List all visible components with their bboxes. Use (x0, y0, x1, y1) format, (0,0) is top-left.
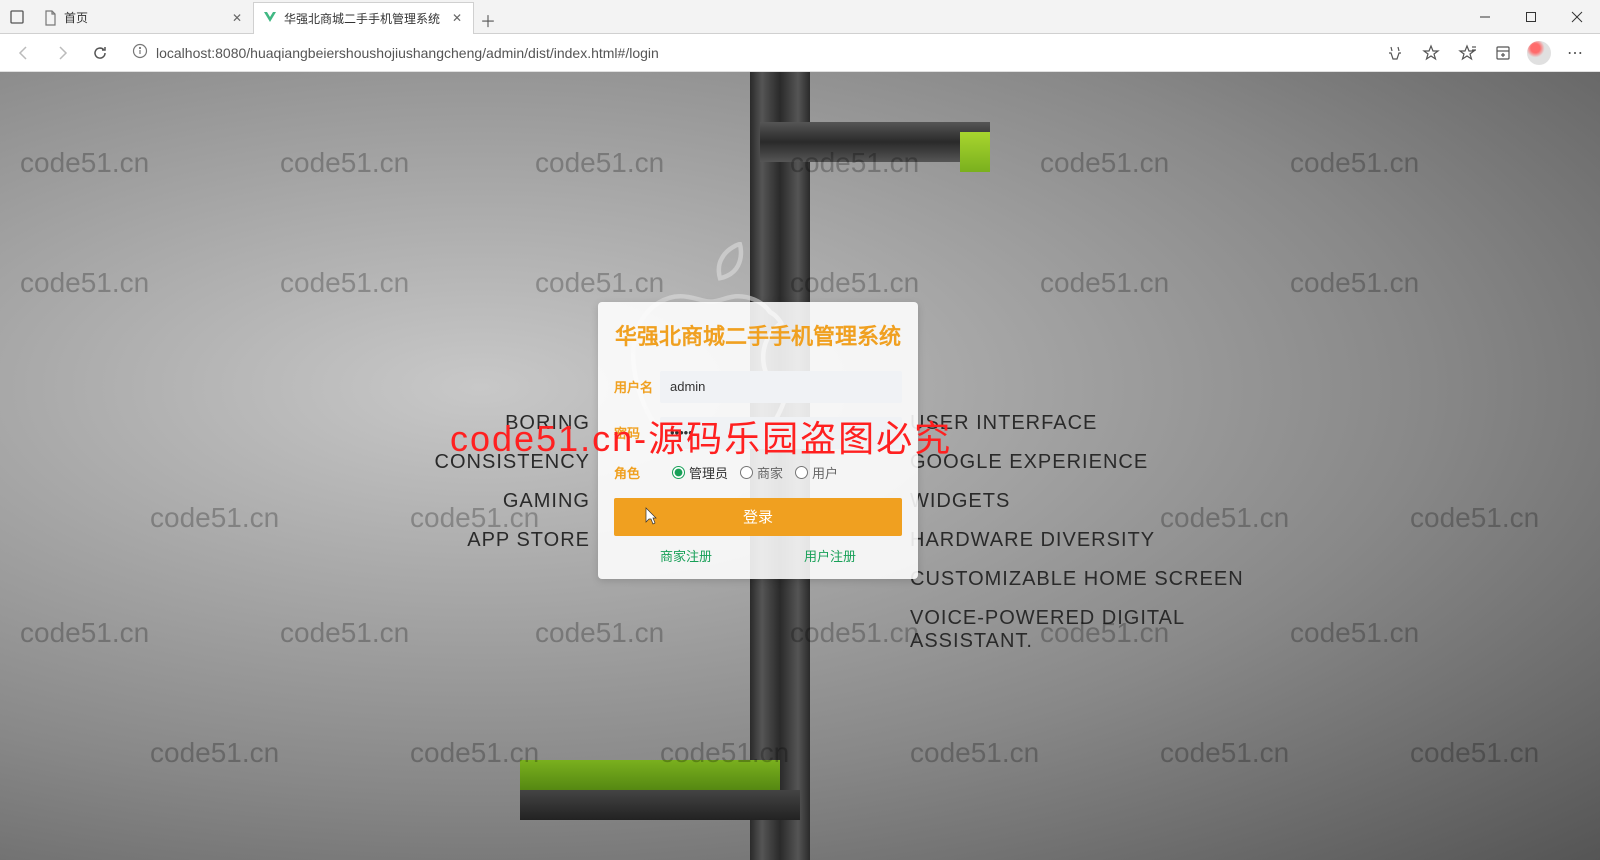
role-radio-admin[interactable]: 管理员 (672, 463, 728, 482)
left-text-column: BORING CONSISTENCY GAMING APP STORE (410, 412, 590, 568)
decor-green-block (960, 132, 990, 172)
forward-button[interactable] (46, 37, 78, 69)
favorites-list-icon[interactable] (1450, 36, 1484, 70)
tab-title: 华强北商城二手手机管理系统 (284, 10, 443, 27)
url-input[interactable]: localhost:8080/huaqiangbeiershoushojiush… (122, 38, 1372, 68)
page-content: BORING CONSISTENCY GAMING APP STORE USER… (0, 72, 1600, 860)
role-radio-user[interactable]: 用户 (795, 463, 838, 482)
url-text: localhost:8080/huaqiangbeiershoushojiush… (156, 45, 659, 61)
profile-icon[interactable] (1522, 36, 1556, 70)
username-input[interactable] (660, 371, 902, 403)
menu-icon[interactable]: ⋯ (1558, 36, 1592, 70)
role-label: 角色 (614, 463, 660, 482)
decor-bottom-green-bar (520, 760, 780, 790)
tab-admin[interactable]: 华强北商城二手手机管理系统 ✕ (254, 2, 474, 34)
password-input[interactable] (660, 417, 902, 449)
maximize-button[interactable] (1508, 0, 1554, 34)
user-register-link[interactable]: 用户注册 (804, 546, 856, 565)
collections-icon[interactable] (1486, 36, 1520, 70)
close-icon[interactable]: ✕ (229, 10, 245, 26)
decor-horizontal-bar (760, 122, 990, 162)
merchant-register-link[interactable]: 商家注册 (660, 546, 712, 565)
tab-home[interactable]: 首页 ✕ (34, 2, 254, 34)
cursor-icon (642, 506, 658, 529)
browser-titlebar: 首页 ✕ 华强北商城二手手机管理系统 ✕ ＋ (0, 0, 1600, 34)
file-icon (42, 10, 58, 26)
username-label: 用户名 (614, 377, 660, 396)
minimize-button[interactable] (1462, 0, 1508, 34)
refresh-button[interactable] (84, 37, 116, 69)
login-card: 华强北商城二手手机管理系统 用户名 密码 角色 管理员 商家 用户 登 (598, 302, 918, 579)
tab-title: 首页 (64, 9, 223, 26)
decor-bottom-dark-bar (520, 790, 800, 820)
site-info-icon[interactable] (132, 43, 148, 62)
new-tab-button[interactable]: ＋ (474, 6, 502, 34)
back-button[interactable] (8, 37, 40, 69)
favorite-icon[interactable] (1414, 36, 1448, 70)
tab-actions-icon[interactable] (0, 0, 34, 34)
password-label: 密码 (614, 423, 660, 442)
close-icon[interactable]: ✕ (449, 10, 465, 26)
read-aloud-icon[interactable] (1378, 36, 1412, 70)
login-title: 华强北商城二手手机管理系统 (614, 322, 902, 353)
login-button[interactable]: 登录 (614, 498, 902, 536)
close-window-button[interactable] (1554, 0, 1600, 34)
right-text-column: USER INTERFACE GOOGLE EXPERIENCE WIDGETS… (910, 412, 1250, 669)
role-radio-merchant[interactable]: 商家 (740, 463, 783, 482)
vue-icon (262, 10, 278, 26)
address-bar: localhost:8080/huaqiangbeiershoushojiush… (0, 34, 1600, 72)
